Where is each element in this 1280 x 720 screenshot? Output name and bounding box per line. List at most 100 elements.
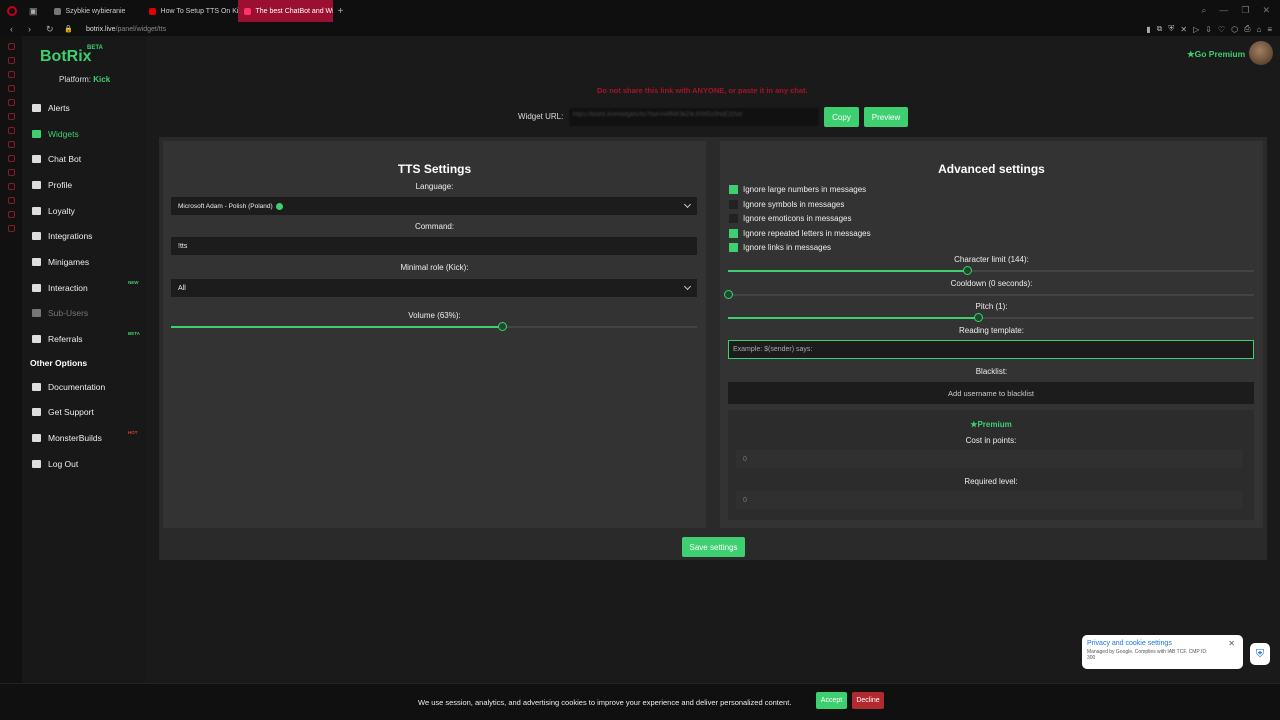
ignore-checkbox[interactable]: Ignore links in messages xyxy=(729,243,831,252)
sidebar-item-documentation[interactable]: Documentation xyxy=(32,374,146,400)
sidebar-item-label: Referrals xyxy=(48,334,83,345)
checkbox-box[interactable] xyxy=(729,228,738,238)
maximize-icon[interactable]: ❐ xyxy=(1241,5,1249,16)
checkbox-box[interactable] xyxy=(729,243,738,252)
sidebar-item-integrations[interactable]: Integrations xyxy=(32,223,146,249)
new-tab-icon[interactable]: + xyxy=(338,6,344,17)
sidebar-item-interaction[interactable]: Interaction NEW xyxy=(32,275,146,301)
easy-setup-icon[interactable]: ⌂ xyxy=(1256,25,1261,34)
ignore-checkbox[interactable]: Ignore large numbers in messages xyxy=(729,185,866,194)
sidebar-item-chat-bot[interactable]: Chat Bot xyxy=(32,146,146,172)
role-select[interactable]: All xyxy=(171,279,697,297)
beta-badge: BETA xyxy=(87,45,103,51)
reload-icon[interactable]: ↻ xyxy=(46,24,54,35)
opera-sidebar-icon[interactable] xyxy=(7,225,15,232)
save-settings-button[interactable]: Save settings xyxy=(682,537,745,557)
gamepad-icon xyxy=(32,257,41,266)
privacy-subtext: Managed by Google. Complies with IAB TCF… xyxy=(1087,649,1208,661)
go-premium-link[interactable]: ★Go Premium xyxy=(1187,49,1245,60)
opera-sidebar-icon[interactable] xyxy=(7,113,15,120)
checkbox-box[interactable] xyxy=(729,214,738,223)
char-limit-handle[interactable] xyxy=(963,266,973,275)
opera-sidebar-icon[interactable] xyxy=(7,211,15,218)
sidebar-item-widgets[interactable]: Widgets xyxy=(32,121,146,147)
download-icon[interactable]: ⇩ xyxy=(1205,25,1212,34)
checkbox-box[interactable] xyxy=(729,199,738,209)
brand-logo[interactable]: BotRix xyxy=(40,48,92,66)
shield-ext-icon[interactable]: ⛨ xyxy=(1168,24,1174,34)
role-label: Minimal role (Kick): xyxy=(400,263,469,272)
add-blacklist-button[interactable]: Add username to blacklist xyxy=(728,382,1254,404)
search-tabs-icon[interactable]: ⌕ xyxy=(1201,5,1206,16)
pitch-slider[interactable] xyxy=(728,313,1254,322)
opera-sidebar-icon[interactable] xyxy=(7,169,15,176)
opera-logo-icon[interactable] xyxy=(7,6,17,16)
sidebar-item-referrals[interactable]: Referrals BETA xyxy=(32,326,146,352)
preview-button[interactable]: Preview xyxy=(864,107,908,127)
heart-icon[interactable]: ♡ xyxy=(1218,25,1225,34)
language-select[interactable]: Microsoft Adam - Polish (Poland) xyxy=(171,197,697,215)
snapshot-icon[interactable]: ⧉ xyxy=(1157,24,1163,34)
window-controls: ⌕ — ❐ ✕ xyxy=(1201,5,1270,16)
sidebar-item-monsterbuilds[interactable]: MonsterBuilds HOT xyxy=(32,425,146,451)
minimize-icon[interactable]: — xyxy=(1219,5,1228,16)
checkbox-box[interactable] xyxy=(729,185,738,194)
browser-tab[interactable]: How To Setup TTS On Ki xyxy=(143,0,238,22)
sidebar-item-minigames[interactable]: Minigames xyxy=(32,249,146,275)
opera-sidebar-icon[interactable] xyxy=(7,71,15,78)
save-icon[interactable]: ⎙ xyxy=(1244,24,1250,34)
ignore-checkbox[interactable]: Ignore emoticons in messages xyxy=(729,214,852,223)
opera-sidebar-icon[interactable] xyxy=(7,127,15,134)
close-window-icon[interactable]: ✕ xyxy=(1262,5,1270,16)
sidebar-item-loyalty[interactable]: Loyalty xyxy=(32,198,146,224)
char-limit-slider[interactable] xyxy=(728,266,1254,275)
opera-sidebar-icon[interactable] xyxy=(7,141,15,148)
cooldown-slider[interactable] xyxy=(724,290,1254,299)
back-icon[interactable]: ‹ xyxy=(10,24,18,34)
tab-overview-icon[interactable]: ▣ xyxy=(29,6,38,17)
template-input[interactable]: Example: $(sender) says: xyxy=(728,340,1254,359)
opera-sidebar-icon[interactable] xyxy=(7,57,15,64)
url-field[interactable]: botrix.live/panel/widget/tts xyxy=(86,26,166,33)
opera-sidebar-icon[interactable] xyxy=(7,85,15,92)
privacy-title[interactable]: Privacy and cookie settings xyxy=(1087,640,1238,647)
menu-tag-badge: BETA xyxy=(128,331,140,337)
ignore-checkbox[interactable]: Ignore repeated letters in messages xyxy=(729,228,871,238)
browser-tab[interactable]: Szybkie wybieranie xyxy=(48,0,143,22)
close-icon[interactable]: ✕ xyxy=(1228,639,1235,648)
privacy-shield-icon[interactable]: ⛨ xyxy=(1250,643,1270,665)
sidebar-item-alerts[interactable]: Alerts xyxy=(32,95,146,121)
cost-input[interactable]: 0 xyxy=(736,450,1242,468)
menu-icon[interactable]: ≡ xyxy=(1267,25,1272,34)
ignore-checkbox[interactable]: Ignore symbols in messages xyxy=(729,199,844,209)
opera-sidebar-icon[interactable] xyxy=(7,183,15,190)
wallet-icon[interactable]: ▮ xyxy=(1146,25,1150,34)
copy-button[interactable]: Copy xyxy=(824,107,859,127)
opera-sidebar-icon[interactable] xyxy=(7,43,15,50)
opera-sidebar-icon[interactable] xyxy=(7,155,15,162)
player-icon[interactable]: ▷ xyxy=(1193,25,1199,34)
command-input[interactable]: !tts xyxy=(171,237,697,255)
forward-icon[interactable]: › xyxy=(28,24,36,34)
language-label: Language: xyxy=(415,182,454,191)
vpn-icon[interactable]: ✕ xyxy=(1180,25,1187,34)
status-dot xyxy=(275,202,283,210)
decline-button[interactable]: Decline xyxy=(852,692,884,709)
box-icon[interactable]: ⬡ xyxy=(1231,25,1238,34)
opera-sidebar-icon[interactable] xyxy=(7,99,15,106)
cooldown-handle[interactable] xyxy=(724,290,733,299)
avatar[interactable] xyxy=(1249,41,1273,65)
volume-slider[interactable] xyxy=(171,322,697,331)
volume-handle[interactable] xyxy=(498,322,508,331)
pitch-handle[interactable] xyxy=(973,313,983,322)
sidebar-item-sub-users[interactable]: Sub-Users xyxy=(32,301,146,327)
sidebar-item-log-out[interactable]: Log Out xyxy=(32,451,146,477)
level-input[interactable]: 0 xyxy=(736,491,1242,509)
privacy-card[interactable]: Privacy and cookie settings Managed by G… xyxy=(1082,635,1243,669)
widget-url-input[interactable]: https://botrix.live/widgets/tts?bid=H4ff… xyxy=(569,108,819,126)
opera-sidebar-icon[interactable] xyxy=(7,197,15,204)
sidebar-item-get-support[interactable]: Get Support xyxy=(32,400,146,426)
accept-button[interactable]: Accept xyxy=(816,692,847,709)
browser-tab[interactable]: The best ChatBot and Wi xyxy=(237,0,333,22)
sidebar-item-profile[interactable]: Profile xyxy=(32,172,146,198)
